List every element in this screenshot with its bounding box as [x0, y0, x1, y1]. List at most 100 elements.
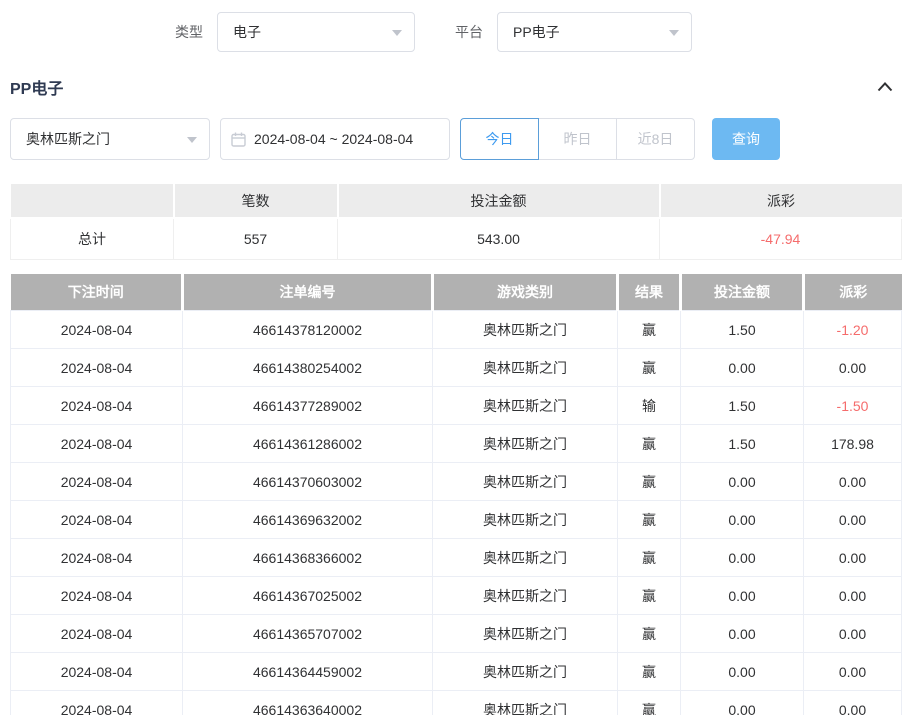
cell-game: 奥林匹斯之门	[433, 539, 618, 577]
cell-payout: -1.20	[804, 311, 902, 349]
cell-result: 赢	[618, 653, 681, 691]
summary-header-empty	[11, 184, 174, 218]
cell-game: 奥林匹斯之门	[433, 349, 618, 387]
cell-payout: 0.00	[804, 615, 902, 653]
cell-game: 奥林匹斯之门	[433, 387, 618, 425]
cell-payout: 0.00	[804, 463, 902, 501]
cell-date: 2024-08-04	[11, 463, 183, 501]
cell-id: 46614370603002	[183, 463, 433, 501]
cell-id: 46614365707002	[183, 615, 433, 653]
search-button[interactable]: 查询	[712, 118, 780, 160]
cell-result: 赢	[618, 311, 681, 349]
page: 类型 电子 平台 PP电子 PP电子 奥林匹斯之门	[0, 0, 911, 715]
type-filter: 类型 电子	[175, 12, 415, 52]
chevron-up-icon	[877, 82, 893, 92]
cell-id: 46614361286002	[183, 425, 433, 463]
table-row: 2024-08-0446614367025002奥林匹斯之门赢0.000.00	[11, 577, 902, 615]
cell-game: 奥林匹斯之门	[433, 425, 618, 463]
yesterday-button[interactable]: 昨日	[538, 118, 617, 160]
cell-result: 赢	[618, 463, 681, 501]
cell-payout: 0.00	[804, 577, 902, 615]
cell-payout: 0.00	[804, 653, 902, 691]
query-filter-row: 奥林匹斯之门 2024-08-04 ~ 2024-08-04 今日 昨日 近8日…	[10, 118, 901, 160]
cell-amount: 0.00	[681, 539, 804, 577]
cell-result: 赢	[618, 425, 681, 463]
cell-date: 2024-08-04	[11, 349, 183, 387]
type-label: 类型	[175, 22, 203, 42]
cell-result: 赢	[618, 539, 681, 577]
page-title: PP电子	[10, 75, 63, 99]
cell-result: 输	[618, 387, 681, 425]
summary-header-row: 笔数 投注金额 派彩	[11, 184, 902, 218]
cell-payout: -1.50	[804, 387, 902, 425]
bet-records-table: 下注时间 注单编号 游戏类别 结果 投注金额 派彩 2024-08-044661…	[10, 274, 902, 715]
cell-result: 赢	[618, 501, 681, 539]
cell-result: 赢	[618, 349, 681, 387]
cell-result: 赢	[618, 615, 681, 653]
today-button[interactable]: 今日	[460, 118, 539, 160]
cell-payout: 0.00	[804, 691, 902, 715]
calendar-icon	[231, 132, 246, 147]
cell-game: 奥林匹斯之门	[433, 691, 618, 715]
summary-header-count: 笔数	[174, 184, 338, 218]
cell-amount: 1.50	[681, 425, 804, 463]
chevron-down-icon	[392, 30, 402, 36]
platform-filter: 平台 PP电子	[455, 12, 692, 52]
cell-date: 2024-08-04	[11, 653, 183, 691]
platform-select[interactable]: PP电子	[497, 12, 692, 52]
game-select-value: 奥林匹斯之门	[26, 129, 110, 149]
table-row: 2024-08-0446614368366002奥林匹斯之门赢0.000.00	[11, 539, 902, 577]
cell-amount: 1.50	[681, 311, 804, 349]
date-range-value: 2024-08-04 ~ 2024-08-04	[254, 131, 413, 147]
section-header: PP电子	[10, 76, 901, 98]
table-row: 2024-08-0446614370603002奥林匹斯之门赢0.000.00	[11, 463, 902, 501]
cell-amount: 0.00	[681, 653, 804, 691]
cell-game: 奥林匹斯之门	[433, 615, 618, 653]
summary-total-row: 总计 557 543.00 -47.94	[11, 218, 902, 259]
cell-game: 奥林匹斯之门	[433, 311, 618, 349]
chevron-down-icon	[669, 30, 679, 36]
cell-date: 2024-08-04	[11, 501, 183, 539]
header-payout: 派彩	[804, 274, 902, 311]
collapse-section-button[interactable]	[877, 82, 893, 92]
cell-id: 46614363640002	[183, 691, 433, 715]
cell-date: 2024-08-04	[11, 577, 183, 615]
top-filter-bar: 类型 电子 平台 PP电子	[175, 0, 901, 56]
cell-date: 2024-08-04	[11, 311, 183, 349]
table-row: 2024-08-0446614369632002奥林匹斯之门赢0.000.00	[11, 501, 902, 539]
type-select-value: 电子	[233, 22, 261, 42]
header-result: 结果	[618, 274, 681, 311]
summary-bet-amount-value: 543.00	[338, 218, 660, 259]
cell-game: 奥林匹斯之门	[433, 653, 618, 691]
cell-id: 46614368366002	[183, 539, 433, 577]
chevron-down-icon	[187, 137, 197, 143]
cell-payout: 0.00	[804, 349, 902, 387]
header-bet-id: 注单编号	[183, 274, 433, 311]
cell-amount: 0.00	[681, 691, 804, 715]
cell-id: 46614380254002	[183, 349, 433, 387]
summary-table: 笔数 投注金额 派彩 总计 557 543.00 -47.94	[10, 184, 902, 260]
cell-date: 2024-08-04	[11, 691, 183, 715]
cell-id: 46614367025002	[183, 577, 433, 615]
table-row: 2024-08-0446614364459002奥林匹斯之门赢0.000.00	[11, 653, 902, 691]
table-row: 2024-08-0446614377289002奥林匹斯之门输1.50-1.50	[11, 387, 902, 425]
quick-date-button-group: 今日 昨日 近8日	[460, 118, 695, 160]
cell-game: 奥林匹斯之门	[433, 577, 618, 615]
platform-select-value: PP电子	[513, 22, 560, 42]
date-range-input[interactable]: 2024-08-04 ~ 2024-08-04	[220, 118, 450, 160]
table-row: 2024-08-0446614361286002奥林匹斯之门赢1.50178.9…	[11, 425, 902, 463]
summary-header-payout: 派彩	[660, 184, 902, 218]
header-game-category: 游戏类别	[433, 274, 618, 311]
game-select[interactable]: 奥林匹斯之门	[10, 118, 210, 160]
type-select[interactable]: 电子	[217, 12, 415, 52]
platform-label: 平台	[455, 22, 483, 42]
cell-date: 2024-08-04	[11, 539, 183, 577]
summary-header-bet-amount: 投注金额	[338, 184, 660, 218]
last8days-button[interactable]: 近8日	[616, 118, 695, 160]
cell-amount: 0.00	[681, 501, 804, 539]
cell-amount: 0.00	[681, 349, 804, 387]
summary-payout-value: -47.94	[660, 218, 902, 259]
table-row: 2024-08-0446614365707002奥林匹斯之门赢0.000.00	[11, 615, 902, 653]
summary-total-label: 总计	[11, 218, 174, 259]
cell-date: 2024-08-04	[11, 387, 183, 425]
